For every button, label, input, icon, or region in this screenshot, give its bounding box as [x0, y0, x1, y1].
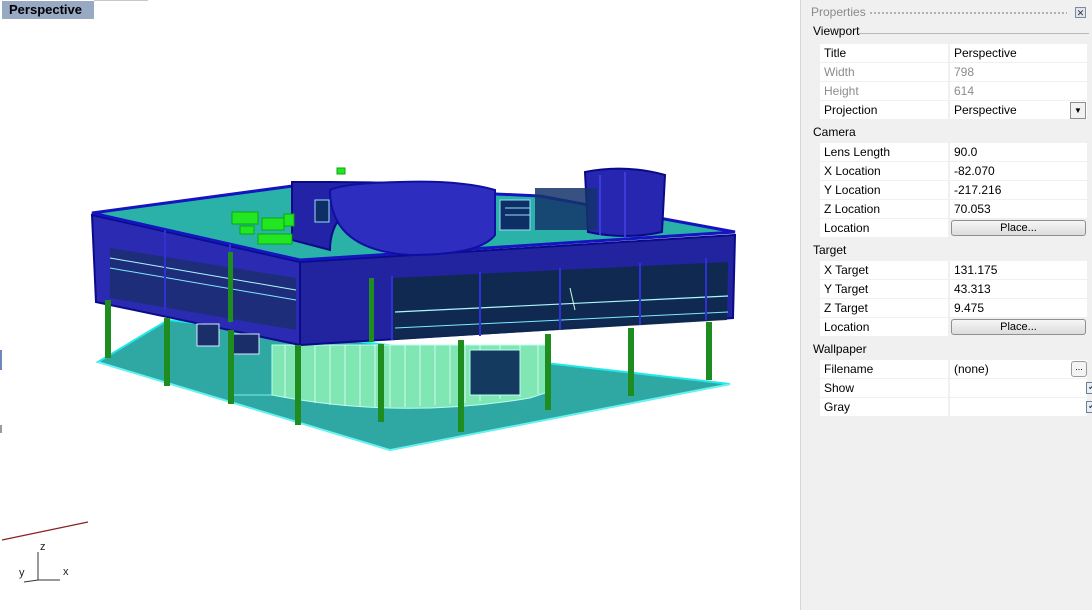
prop-row-gray: Gray ✓ [820, 398, 1092, 417]
chevron-down-icon[interactable]: ▼ [1070, 102, 1086, 119]
target-place-button[interactable]: Place... [951, 319, 1086, 335]
section-viewport: Viewport [813, 24, 860, 38]
axis-x-label: x [63, 566, 69, 578]
properties-header[interactable]: Properties ✕ [801, 2, 1091, 22]
prop-row-target-location: Location Place... [820, 318, 1087, 337]
prop-label: Y Target [820, 280, 948, 299]
viewport-width-field: 798 [950, 63, 1087, 82]
ground-plane-reference-line [1, 521, 89, 541]
prop-row-height: Height 614 [820, 82, 1087, 101]
axis-z-label: z [40, 541, 46, 553]
prop-label: Lens Length [820, 143, 948, 162]
prop-label: X Target [820, 261, 948, 280]
lens-length-field[interactable]: 90.0 [950, 143, 1087, 162]
prop-label: Y Location [820, 181, 948, 200]
building-model-render [1, 167, 737, 583]
gray-value-cell: ✓ [950, 398, 1092, 417]
prop-label: X Location [820, 162, 948, 181]
section-divider [859, 33, 1089, 34]
camera-place-button[interactable]: Place... [951, 220, 1086, 236]
target-y-field[interactable]: 43.313 [950, 280, 1087, 299]
target-z-field[interactable]: 9.475 [950, 299, 1087, 318]
show-value-cell: ✓ [950, 379, 1092, 398]
prop-row-x-location: X Location -82.070 [820, 162, 1087, 181]
prop-label: Projection [820, 101, 948, 120]
prop-row-camera-location: Location Place... [820, 219, 1087, 238]
viewport-height-field: 614 [950, 82, 1087, 101]
projection-select[interactable]: Perspective ▼ [950, 101, 1087, 120]
projection-value: Perspective [954, 103, 1017, 117]
prop-label: Filename [820, 360, 948, 379]
prop-row-y-location: Y Location -217.216 [820, 181, 1087, 200]
close-icon[interactable]: ✕ [1075, 7, 1086, 18]
show-checkbox[interactable]: ✓ [1086, 382, 1092, 394]
prop-label: Width [820, 63, 948, 82]
prop-label: Z Location [820, 200, 948, 219]
prop-row-filename: Filename (none)... [820, 360, 1087, 379]
prop-row-lens: Lens Length 90.0 [820, 143, 1087, 162]
prop-row-z-location: Z Location 70.053 [820, 200, 1087, 219]
camera-x-field[interactable]: -82.070 [950, 162, 1087, 181]
viewport-title-field[interactable]: Perspective [950, 44, 1087, 63]
target-x-field[interactable]: 131.175 [950, 261, 1087, 280]
prop-row-z-target: Z Target 9.475 [820, 299, 1087, 318]
prop-row-title: Title Perspective [820, 44, 1087, 63]
camera-y-field[interactable]: -217.216 [950, 181, 1087, 200]
prop-row-x-target: X Target 131.175 [820, 261, 1087, 280]
section-target: Target [813, 243, 847, 257]
perspective-viewport[interactable]: Perspective z y x [0, 0, 800, 610]
browse-button[interactable]: ... [1071, 361, 1087, 377]
prop-row-y-target: Y Target 43.313 [820, 280, 1087, 299]
axis-y-label: y [19, 567, 25, 579]
filename-value: (none) [954, 362, 989, 376]
camera-z-field[interactable]: 70.053 [950, 200, 1087, 219]
section-camera: Camera [813, 125, 856, 139]
prop-label: Location [820, 318, 948, 337]
prop-label: Show [820, 379, 948, 398]
gray-checkbox[interactable]: ✓ [1086, 401, 1092, 413]
wallpaper-filename-field[interactable]: (none)... [950, 360, 1087, 379]
prop-label: Location [820, 219, 948, 238]
prop-row-width: Width 798 [820, 63, 1087, 82]
properties-title: Properties [811, 5, 866, 19]
prop-label: Height [820, 82, 948, 101]
prop-label: Gray [820, 398, 948, 417]
panel-drag-grip[interactable] [869, 11, 1067, 15]
prop-row-show: Show ✓ [820, 379, 1092, 398]
section-wallpaper: Wallpaper [813, 342, 867, 356]
prop-row-projection: Projection Perspective ▼ [820, 101, 1087, 120]
prop-label: Z Target [820, 299, 948, 318]
prop-label: Title [820, 44, 948, 63]
